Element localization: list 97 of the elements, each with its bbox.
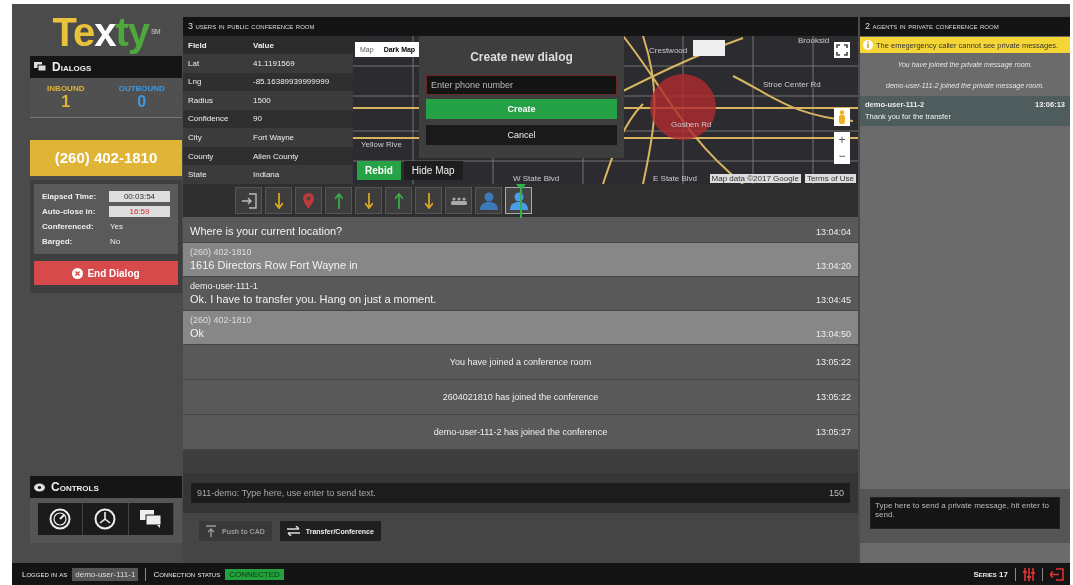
dialogs-icon xyxy=(34,62,46,72)
timeline-event-button[interactable] xyxy=(505,187,532,214)
detail-label: Elapsed Time: xyxy=(42,192,98,201)
controls-title: Controls xyxy=(51,480,99,494)
map-label: W State Blvd xyxy=(513,174,560,183)
dialogs-title: Dialogs xyxy=(52,60,92,74)
username-badge: demo-user-111-1 xyxy=(72,567,139,581)
table-cell: 1500 xyxy=(248,91,353,110)
message-time: 13:05:22 xyxy=(815,356,851,367)
message-text: Ok. I have to transfer you. Hang on just a moment. xyxy=(190,293,438,305)
info-icon xyxy=(863,40,873,50)
timeline-event-button[interactable] xyxy=(355,187,382,214)
end-dialog-button[interactable]: End Dialog xyxy=(34,261,178,285)
message-time: 13:04:50 xyxy=(815,329,851,339)
timeline-event-button[interactable] xyxy=(385,187,412,214)
inbound-label: INBOUND xyxy=(47,84,85,93)
gauge-icon xyxy=(49,508,72,530)
message-text: Ok xyxy=(190,327,206,339)
up-arrow-icon xyxy=(394,192,403,209)
map-label: Yellow Rive xyxy=(361,140,403,149)
phone-number-field[interactable]: Enter phone number xyxy=(426,75,617,95)
texty-logo: Texty$^{SM}$ xyxy=(51,9,161,56)
down-arrow-icon xyxy=(424,192,433,209)
message-time: 13:05:22 xyxy=(815,391,851,402)
column-header: Field xyxy=(183,36,248,54)
group-icon xyxy=(450,196,467,205)
detail-label: Auto-close in: xyxy=(42,207,97,216)
character-counter: 150 xyxy=(828,488,844,498)
cancel-button[interactable]: Cancel xyxy=(426,125,617,145)
timeline-event-button[interactable] xyxy=(415,187,442,214)
terms-link[interactable]: Terms of Use xyxy=(804,174,856,183)
inbound-count[interactable]: 1 xyxy=(61,93,71,111)
timeline-event-button[interactable] xyxy=(475,187,502,214)
connection-status-label: Connection status xyxy=(153,569,221,579)
close-icon xyxy=(72,267,84,279)
detail-label: Conferenced: xyxy=(42,222,95,231)
message-time: 13:04:20 xyxy=(815,261,851,271)
down-arrow-icon xyxy=(364,192,373,209)
table-cell: 41.1191569 xyxy=(248,54,353,73)
connection-status-badge: CONNECTED xyxy=(225,568,284,580)
detail-value: No xyxy=(110,237,121,246)
system-message-text: demo-user-111-2 has joined the conference xyxy=(433,426,608,437)
series-label: Series 17 xyxy=(973,569,1008,579)
table-cell: Lat xyxy=(183,54,248,73)
clock-icon xyxy=(94,508,117,530)
timeline-event-button[interactable] xyxy=(265,187,292,214)
message-author: (260) 402-1810 xyxy=(190,315,253,325)
map-label: Crestwood xyxy=(649,46,688,55)
map-label: E State Blvd xyxy=(653,174,698,183)
fullscreen-icon xyxy=(836,44,848,56)
fullscreen-button[interactable] xyxy=(834,42,850,58)
up-arrow-icon xyxy=(334,192,343,209)
message-author: (260) 402-1810 xyxy=(190,247,253,257)
outbound-label: OUTBOUND xyxy=(118,84,165,93)
timeline-marker xyxy=(516,184,526,218)
detail-value: 00:03:54 xyxy=(108,191,170,202)
table-cell: Radius xyxy=(183,91,248,110)
table-cell: City xyxy=(183,128,248,147)
conference-title: 3 users in public conference room xyxy=(183,17,858,36)
gauge-button[interactable] xyxy=(38,503,84,535)
private-room-title: 2 agents in private conference room xyxy=(860,17,1070,36)
map-label: Goshen Rd xyxy=(671,120,712,129)
table-cell: Fort Wayne xyxy=(248,128,353,147)
timeline-event-button[interactable] xyxy=(235,187,262,214)
message-time: 13:04:04 xyxy=(815,227,851,237)
upload-arrow-icon xyxy=(206,525,216,537)
detail-label: Barged: xyxy=(42,237,74,246)
modal-title: Create new dialog xyxy=(469,50,574,64)
hide-map-button[interactable]: Hide Map xyxy=(403,161,463,180)
timeline-event-button[interactable] xyxy=(445,187,472,214)
exit-icon xyxy=(240,192,257,209)
logged-in-label: Logged in as xyxy=(22,569,68,579)
map-attribution: Map data ©2017 Google xyxy=(709,174,801,183)
pegman-icon xyxy=(838,110,846,124)
message-text: 1616 Directors Row Fort Wayne in xyxy=(190,259,359,271)
message-time: 13:04:45 xyxy=(815,295,851,305)
timeline-event-button[interactable] xyxy=(325,187,352,214)
detail-value: 16:59 xyxy=(108,206,170,217)
chat-bubbles-icon xyxy=(139,510,162,528)
message-author: demo-user-111-1 xyxy=(190,281,259,291)
column-header: Value xyxy=(248,36,353,54)
system-message-text: You have joined a conference room xyxy=(449,356,592,367)
eye-icon xyxy=(34,482,45,492)
swap-arrows-icon xyxy=(286,526,300,536)
logout-icon[interactable] xyxy=(1050,567,1064,581)
radius-circle xyxy=(650,74,716,140)
person-icon xyxy=(479,191,498,210)
system-message-text: 2604021810 has joined the conference xyxy=(442,391,599,402)
detail-value: Yes xyxy=(110,222,124,231)
sliders-icon[interactable] xyxy=(1023,567,1035,581)
map-label: Brooksid xyxy=(798,36,830,45)
down-arrow-icon xyxy=(274,192,283,209)
location-pin-icon xyxy=(303,192,314,209)
message-text: Where is your current location? xyxy=(190,225,344,237)
message-time: 13:05:27 xyxy=(815,426,851,437)
private-message-field[interactable]: Type here to send a private message, hit enter to send. xyxy=(870,497,1060,529)
map-label: Stroe Center Rd xyxy=(763,80,821,89)
